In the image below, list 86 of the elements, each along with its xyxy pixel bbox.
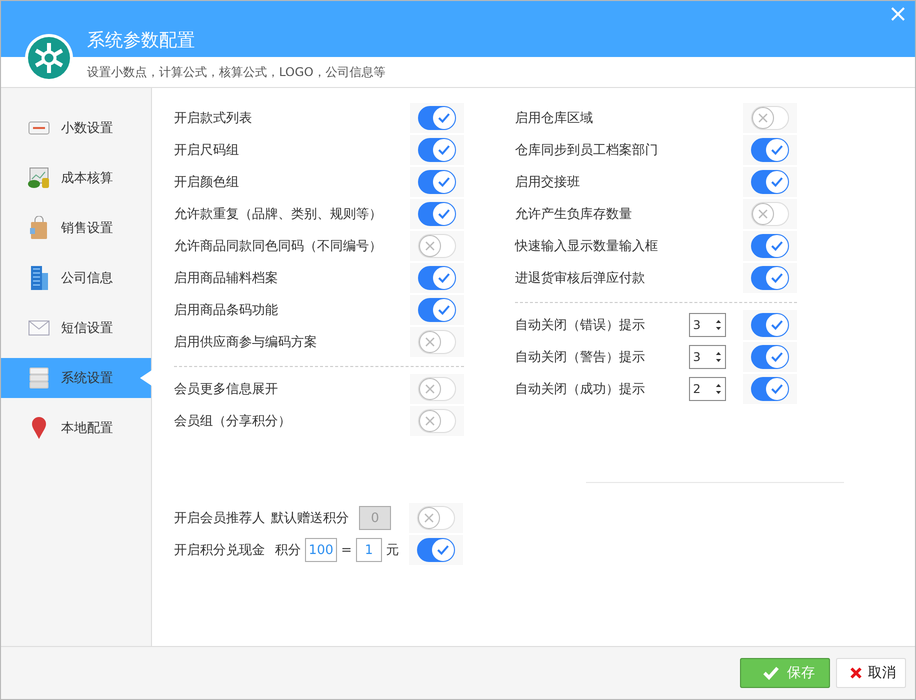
toggle-switch[interactable] — [751, 266, 789, 290]
setting-label: 启用商品辅料档案 — [174, 270, 279, 287]
setting-label: 允许产生负库存数量 — [515, 206, 633, 223]
sidebar-item[interactable]: 销售设置 — [1, 208, 151, 248]
check-icon — [771, 145, 783, 155]
cross-icon — [758, 209, 768, 219]
setting-label: 开启积分兑现金 — [174, 542, 265, 559]
setting-label: 启用交接班 — [515, 174, 581, 191]
spinner-arrows-icon[interactable] — [715, 318, 722, 332]
toggle-switch[interactable] — [418, 138, 456, 162]
check-icon — [771, 384, 783, 394]
cross-icon — [425, 241, 435, 251]
setting-label: 进退货审核后弹应付款 — [515, 270, 646, 287]
check-icon — [438, 209, 450, 219]
setting-label: 启用商品条码功能 — [174, 302, 279, 319]
toggle-switch[interactable] — [751, 234, 789, 258]
equals-sign: = — [341, 542, 352, 558]
setting-label: 会员更多信息展开 — [174, 381, 279, 398]
check-icon — [771, 273, 783, 283]
unit-label: 元 — [386, 542, 399, 559]
setting-label: 开启会员推荐人 — [174, 510, 265, 527]
toggle-switch[interactable] — [751, 345, 789, 369]
chart-coins-icon — [27, 167, 51, 189]
cross-icon — [425, 416, 435, 426]
setting-label: 自动关闭（警告）提示 — [515, 349, 646, 366]
check-icon — [771, 320, 783, 330]
cross-icon — [425, 337, 435, 347]
setting-label: 快速输入显示数量输入框 — [515, 238, 659, 255]
close-icon[interactable] — [891, 7, 905, 21]
setting-label: 自动关闭（错误）提示 — [515, 317, 646, 334]
check-icon — [771, 241, 783, 251]
setting-label: 仓库同步到员工档案部门 — [515, 142, 659, 159]
map-pin-icon — [31, 416, 47, 440]
toggle-switch[interactable] — [418, 170, 456, 194]
check-icon — [771, 177, 783, 187]
setting-label: 启用供应商参与编码方案 — [174, 334, 318, 351]
cross-icon — [850, 667, 862, 679]
window-title: 系统参数配置 — [87, 29, 195, 52]
toggle-switch[interactable] — [418, 266, 456, 290]
sidebar-item[interactable]: 系统设置 — [1, 358, 151, 398]
number-spinner[interactable]: 3 — [689, 345, 726, 369]
sidebar-item[interactable]: 本地配置 — [1, 408, 151, 448]
setting-label: 会员组（分享积分） — [174, 413, 292, 430]
sidebar-item[interactable]: 成本核算 — [1, 158, 151, 198]
field-label: 默认赠送积分 — [271, 510, 349, 527]
toggle-switch[interactable] — [751, 170, 789, 194]
toggle-switch[interactable] — [751, 138, 789, 162]
setting-label: 开启款式列表 — [174, 110, 253, 127]
counter-icon — [28, 119, 50, 137]
field-label: 积分 — [275, 542, 301, 559]
cross-icon — [424, 513, 434, 523]
shopping-bag-icon — [29, 216, 49, 240]
spinner-arrows-icon[interactable] — [715, 382, 722, 396]
toggle-switch[interactable] — [751, 377, 789, 401]
cross-icon — [425, 384, 435, 394]
check-icon — [438, 177, 450, 187]
cross-icon — [758, 113, 768, 123]
toggle-switch[interactable] — [418, 298, 456, 322]
toggle-switch[interactable] — [418, 106, 456, 130]
toggle-switch[interactable] — [751, 313, 789, 337]
check-icon — [438, 273, 450, 283]
setting-label: 允许商品同款同色同码（不同编号） — [174, 238, 383, 255]
envelope-icon — [28, 320, 50, 336]
check-icon — [771, 352, 783, 362]
toggle-switch[interactable] — [417, 538, 455, 562]
building-icon — [29, 265, 49, 291]
setting-label: 自动关闭（成功）提示 — [515, 381, 646, 398]
check-icon — [763, 666, 779, 680]
check-icon — [438, 145, 450, 155]
setting-label: 开启颜色组 — [174, 174, 240, 191]
window-subtitle: 设置小数点，计算公式，核算公式，LOGO，公司信息等 — [87, 64, 386, 80]
check-icon — [438, 305, 450, 315]
number-spinner[interactable]: 3 — [689, 313, 726, 337]
setting-label: 启用仓库区域 — [515, 110, 594, 127]
setting-label: 开启尺码组 — [174, 142, 240, 159]
setting-label: 允许款重复（品牌、类别、规则等） — [174, 206, 383, 223]
cancel-button[interactable]: 取消 — [836, 658, 906, 688]
number-spinner[interactable]: 2 — [689, 377, 726, 401]
check-icon — [437, 545, 449, 555]
toggle-switch[interactable] — [418, 202, 456, 226]
check-icon — [438, 113, 450, 123]
spinner-arrows-icon[interactable] — [715, 350, 722, 364]
database-icon — [29, 367, 49, 389]
sidebar-item[interactable]: 公司信息 — [1, 258, 151, 298]
sidebar-item[interactable]: 短信设置 — [1, 308, 151, 348]
sidebar-item[interactable]: 小数设置 — [1, 108, 151, 148]
